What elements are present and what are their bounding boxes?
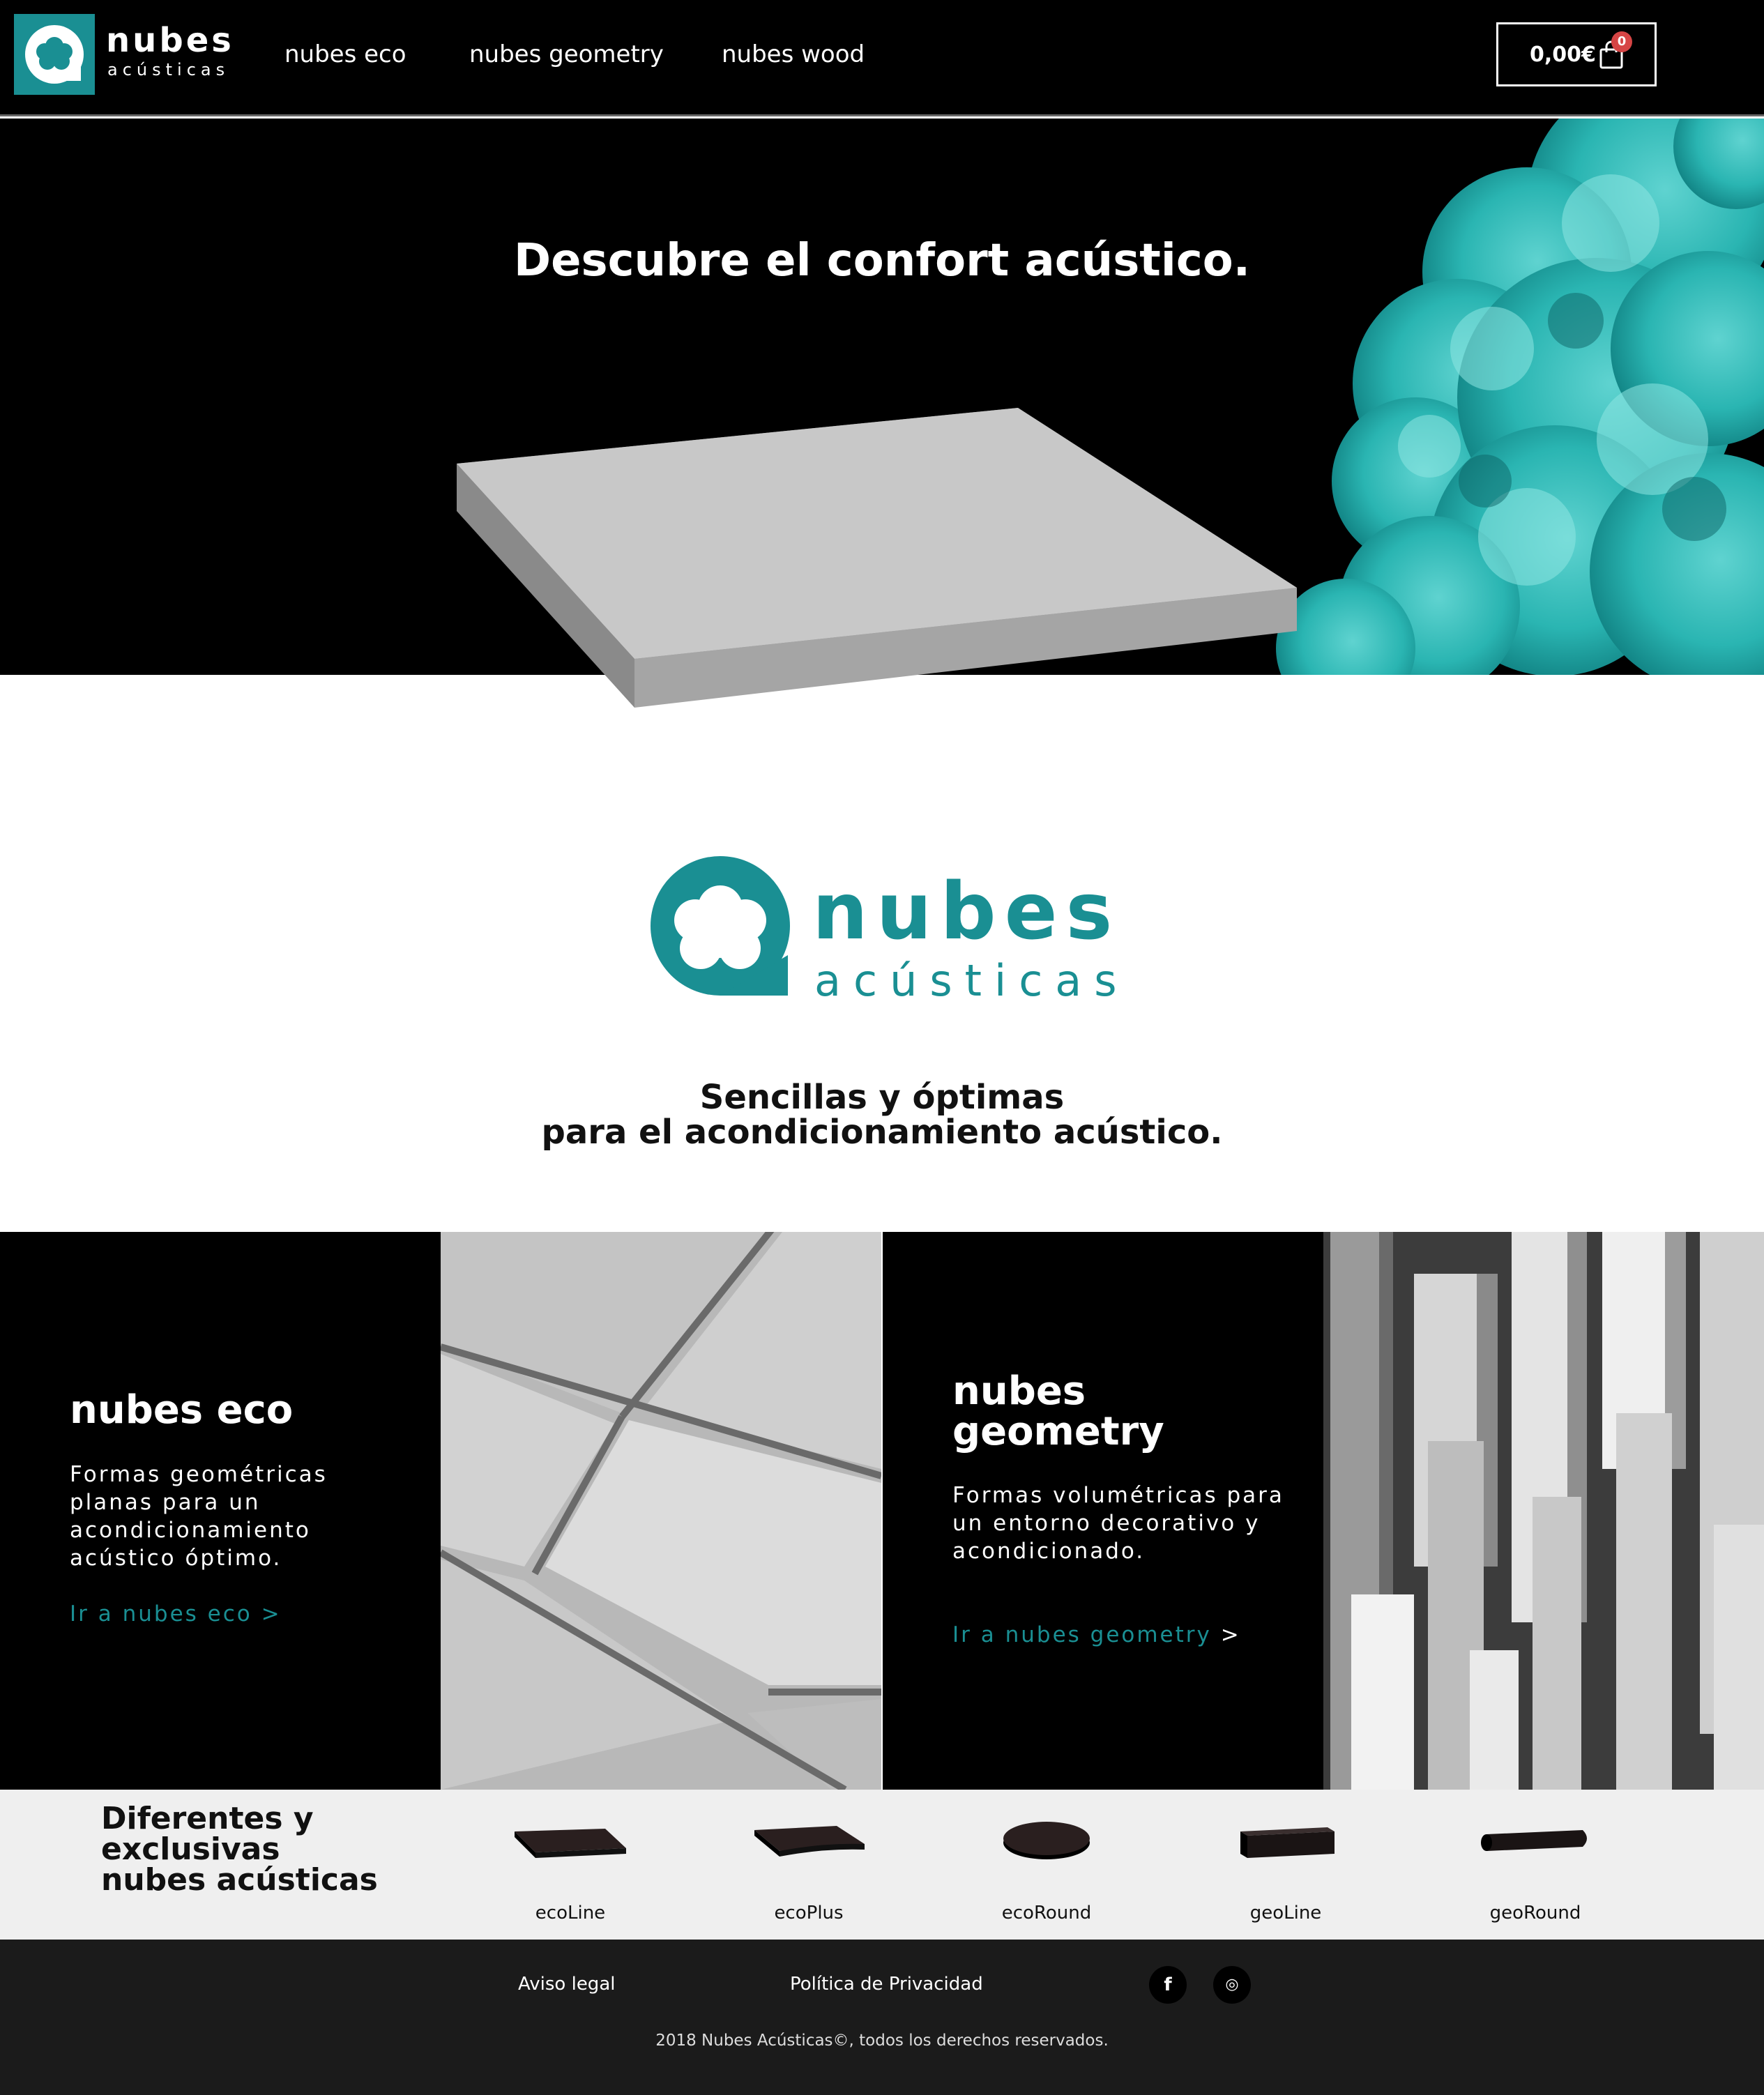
product-label: ecoLine bbox=[535, 1903, 606, 1923]
site-footer: Aviso legal Política de Privacidad f ◎ 2… bbox=[0, 1940, 1764, 2095]
product-label: ecoPlus bbox=[774, 1903, 844, 1923]
ceiling-panels-image bbox=[441, 1232, 881, 1790]
product-label: geoLine bbox=[1249, 1903, 1322, 1923]
product-geoline[interactable]: geoLine bbox=[1216, 1790, 1355, 1940]
ecoplus-shape-icon bbox=[754, 1826, 865, 1857]
facebook-icon[interactable]: f bbox=[1149, 1966, 1187, 2004]
copyright-text: 2018 Nubes Acústicas©, todos los derecho… bbox=[655, 2032, 1109, 2050]
footer-link-privacidad[interactable]: Política de Privacidad bbox=[790, 1973, 983, 1995]
hero-title: Descubre el confort acústico. bbox=[513, 235, 1251, 287]
hanging-baffles-image bbox=[1323, 1232, 1764, 1790]
tagline-line-2: para el acondicionamiento acústico. bbox=[541, 1113, 1223, 1152]
ecoline-shape-icon bbox=[515, 1829, 626, 1858]
feature-link-arrow: > bbox=[261, 1601, 282, 1627]
ceiling-panels-photo bbox=[441, 1232, 881, 1790]
logo-link[interactable] bbox=[14, 14, 95, 95]
site-header: nubes acústicas nubes eco nubes geometry… bbox=[0, 0, 1764, 116]
ecoround-shape-icon bbox=[1003, 1822, 1090, 1859]
feature-nubes-geometry: nubes geometry Formas volumétricas para … bbox=[883, 1232, 1323, 1790]
product-strip-title: Diferentes y exclusivas nubes acústicas bbox=[101, 1801, 378, 1898]
cart-button[interactable]: 0,00€ 0 bbox=[1496, 22, 1657, 86]
logo-wordmark: nubes bbox=[106, 21, 234, 60]
nav-item-nubes-wood[interactable]: nubes wood bbox=[722, 39, 865, 70]
product-label: geoRound bbox=[1489, 1903, 1581, 1923]
feature-description: Formas geométricas planas para un acondi… bbox=[70, 1462, 328, 1571]
feature-link-nubes-eco[interactable]: Ir a nubes eco > bbox=[70, 1600, 282, 1628]
product-strip: Diferentes y exclusivas nubes acústicas … bbox=[0, 1790, 1764, 1940]
feature-link-arrow: > bbox=[1220, 1622, 1241, 1647]
brand-wordmark: nubes bbox=[812, 867, 1121, 957]
acoustic-panel-image bbox=[457, 408, 1297, 708]
tagline-line-1: Sencillas y óptimas bbox=[699, 1078, 1065, 1117]
brand-subtitle: acústicas bbox=[814, 955, 1130, 1006]
instagram-icon[interactable]: ◎ bbox=[1213, 1966, 1251, 2004]
feature-title: nubes geometry bbox=[952, 1369, 1164, 1454]
feature-title: nubes eco bbox=[70, 1387, 294, 1433]
brand-cloud-logo-icon bbox=[651, 856, 790, 996]
logo-subtitle: acústicas bbox=[107, 60, 230, 79]
product-georound[interactable]: geoRound bbox=[1466, 1790, 1605, 1940]
feature-link-label: Ir a nubes eco bbox=[70, 1601, 252, 1627]
georound-shape-icon bbox=[1481, 1830, 1587, 1851]
footer-link-aviso-legal[interactable]: Aviso legal bbox=[518, 1973, 615, 1995]
hanging-baffles-photo bbox=[1323, 1232, 1764, 1790]
nav-item-nubes-geometry[interactable]: nubes geometry bbox=[469, 39, 664, 70]
product-ecoround[interactable]: ecoRound bbox=[977, 1790, 1116, 1940]
product-ecoline[interactable]: ecoLine bbox=[501, 1790, 640, 1940]
feature-nubes-eco: nubes eco Formas geométricas planas para… bbox=[0, 1232, 441, 1790]
cart-total: 0,00€ bbox=[1530, 43, 1596, 67]
product-label: ecoRound bbox=[1001, 1903, 1092, 1923]
feature-link-nubes-geometry[interactable]: Ir a nubes geometry > bbox=[952, 1621, 1241, 1649]
nav-item-nubes-eco[interactable]: nubes eco bbox=[284, 39, 406, 70]
product-ecoplus[interactable]: ecoPlus bbox=[739, 1790, 879, 1940]
geoline-shape-icon bbox=[1240, 1827, 1335, 1858]
cloud-logo-icon bbox=[25, 25, 84, 84]
cart-count-badge: 0 bbox=[1611, 31, 1632, 52]
feature-link-label: Ir a nubes geometry bbox=[952, 1622, 1212, 1647]
feature-description: Formas volumétricas para un entorno deco… bbox=[952, 1483, 1284, 1564]
